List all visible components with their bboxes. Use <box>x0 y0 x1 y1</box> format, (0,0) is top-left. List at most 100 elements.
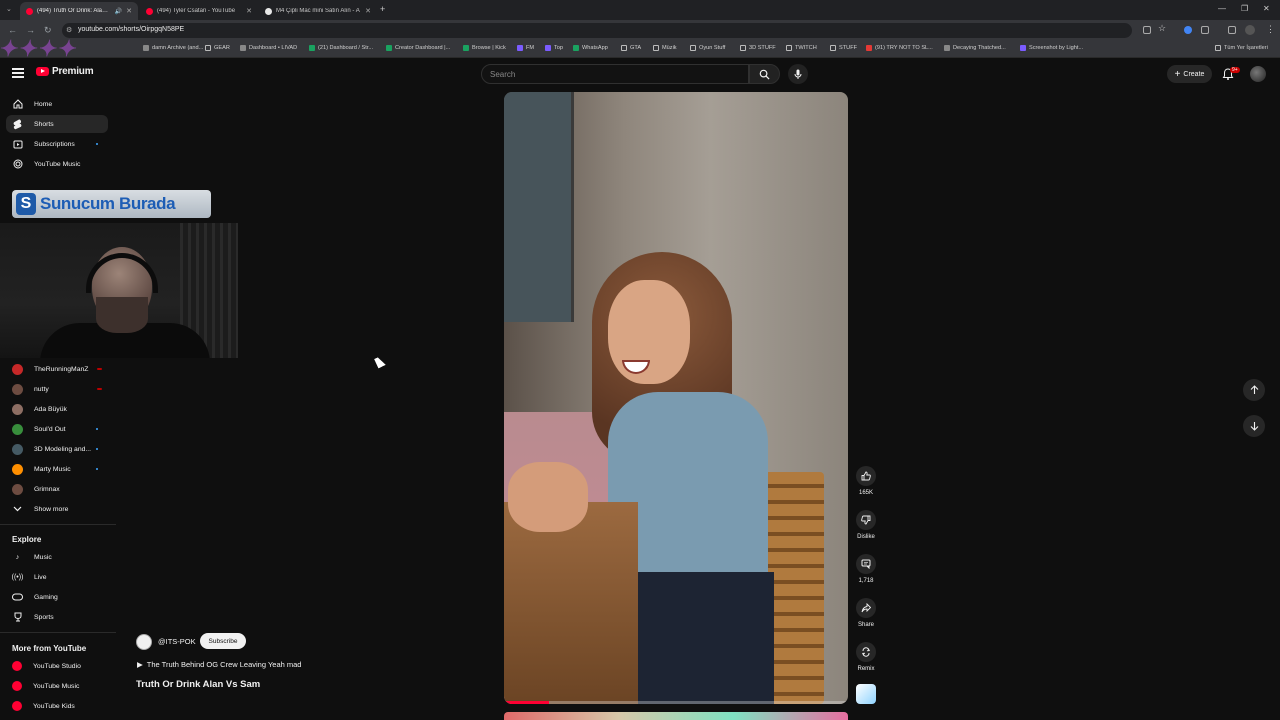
channel-avatar <box>12 403 23 415</box>
sidebar-item-youtube-music-app[interactable]: YouTube Music <box>6 677 108 695</box>
bookmark[interactable]: FM <box>517 45 534 51</box>
sidebar-item-sports[interactable]: Sports <box>6 608 108 626</box>
tab-truth-or-drink[interactable]: (494) Truth Or Drink: Alan V 🔊 ✕ <box>20 2 138 20</box>
bookmark[interactable]: (91) TRY NOT TO SL... <box>866 45 933 51</box>
sidebar-channel[interactable]: Ada Büyük <box>6 400 108 418</box>
search-button[interactable] <box>749 64 780 84</box>
sidebar-item-youtube-studio[interactable]: YouTube Studio <box>6 657 108 675</box>
search-input[interactable]: Search <box>481 64 749 84</box>
like-button[interactable] <box>856 466 876 486</box>
share-icon <box>861 603 871 613</box>
kebab-menu-icon[interactable]: ⋮ <box>1266 24 1275 35</box>
install-icon[interactable] <box>1143 26 1151 34</box>
sidebar-item-live[interactable]: ((•)) Live <box>6 568 108 586</box>
forward-icon[interactable]: → <box>26 25 35 35</box>
channel-name[interactable]: @ITS-POK <box>158 637 196 646</box>
sidebar-item-shorts[interactable]: Shorts <box>6 115 108 133</box>
bookmark-folder[interactable]: GEAR <box>205 45 230 51</box>
youtube-studio-icon <box>12 661 22 671</box>
youtube-play-icon <box>36 67 49 76</box>
address-bar: ← → ↻ ⚙ youtube.com/shorts/OirpgqN58PE ☆… <box>0 20 1280 41</box>
close-icon[interactable]: ✕ <box>126 7 132 15</box>
sidebar-channel[interactable]: nutty <box>6 380 108 398</box>
extensions-puzzle-icon[interactable] <box>1201 26 1209 34</box>
account-avatar[interactable] <box>1250 66 1266 82</box>
hamburger-menu-icon[interactable] <box>12 68 24 78</box>
profile-avatar[interactable] <box>1245 25 1255 35</box>
sidebar-item-home[interactable]: Home <box>6 95 108 113</box>
bookmark-folder[interactable]: 3D STUFF <box>740 45 776 51</box>
bookmark-icon <box>517 45 523 51</box>
all-bookmarks[interactable]: Tüm Yer İşaretleri <box>1215 45 1268 51</box>
sidebar-channel[interactable]: Marty Music <box>6 460 108 478</box>
bookmark[interactable]: Decaying Thatched... <box>944 45 1006 51</box>
tab-mac-mini[interactable]: M4 Çipli Mac mini Satın Alın - A ✕ <box>259 2 377 20</box>
previous-short-button[interactable] <box>1243 379 1265 401</box>
bookmark-folder[interactable]: Müzik <box>653 45 677 51</box>
folder-icon <box>690 45 696 51</box>
subscribe-button[interactable]: Subscribe <box>200 633 246 649</box>
bookmark-folder[interactable]: GTA <box>621 45 641 51</box>
bookmark[interactable]: damn Archive (and... <box>143 45 203 51</box>
video-progress-bar[interactable] <box>504 701 848 704</box>
minimize-icon[interactable]: — <box>1218 4 1226 13</box>
bookmark-label: Top <box>554 45 564 51</box>
sidebar-channel[interactable]: 3D Modeling and... <box>6 440 108 458</box>
channel-label: Marty Music <box>34 465 71 473</box>
bookmark[interactable]: WhatsApp <box>573 45 608 51</box>
site-info-icon[interactable]: ⚙ <box>66 26 72 34</box>
sidebar-channel[interactable]: Soul'd Out <box>6 420 108 438</box>
short-title: Truth Or Drink Alan Vs Sam <box>136 679 261 690</box>
shorts-video-player[interactable] <box>504 92 848 704</box>
close-icon[interactable]: ✕ <box>246 7 252 15</box>
bookmark[interactable]: Creator Dashboard |... <box>386 45 450 51</box>
folder-icon <box>205 45 211 51</box>
bookmark[interactable]: Browse | Kick <box>463 45 506 51</box>
close-icon[interactable]: ✕ <box>365 7 371 15</box>
bookmark-folder[interactable]: STUFF <box>830 45 857 51</box>
sound-track-link[interactable]: ▶ The Truth Behind OG Crew Leaving Yeah … <box>137 660 301 669</box>
bookmark[interactable]: Dashboard • LIVAD <box>240 45 297 51</box>
sidebar-item-subscriptions[interactable]: Subscriptions <box>6 135 108 153</box>
remix-button[interactable] <box>856 642 876 662</box>
sidebar-channel[interactable]: Grimnax <box>6 480 108 498</box>
back-icon[interactable]: ← <box>8 25 17 35</box>
sidebar-item-music[interactable]: ♪ Music <box>6 548 108 566</box>
star-icon[interactable]: ☆ <box>1158 23 1166 34</box>
comments-button[interactable] <box>856 554 876 574</box>
share-button[interactable] <box>856 598 876 618</box>
maximize-icon[interactable]: ❐ <box>1241 4 1248 13</box>
reading-list-icon[interactable] <box>1228 26 1236 34</box>
sidebar-item-label: YouTube Kids <box>33 702 75 710</box>
sidebar-item-gaming[interactable]: Gaming <box>6 588 108 606</box>
url-text: youtube.com/shorts/OirpgqN58PE <box>78 26 185 33</box>
channel-avatar[interactable] <box>136 634 152 650</box>
apple-favicon-icon <box>265 7 272 15</box>
youtube-kids-icon <box>12 701 22 711</box>
next-short-button[interactable] <box>1243 415 1265 437</box>
bookmark-folder[interactable]: TWITCH <box>786 45 817 51</box>
new-tab-icon[interactable]: + <box>380 4 385 14</box>
omnibox[interactable]: ⚙ youtube.com/shorts/OirpgqN58PE <box>62 23 1132 38</box>
create-button[interactable]: + Create <box>1167 65 1212 83</box>
window-close-icon[interactable]: ✕ <box>1263 4 1270 13</box>
next-short-preview[interactable] <box>504 712 848 720</box>
bookmark[interactable]: Screenshot by Light... <box>1020 45 1083 51</box>
bookmark-folder[interactable]: Oyun Stuff <box>690 45 725 51</box>
dislike-button[interactable] <box>856 510 876 530</box>
sidebar-item-youtube-music[interactable]: YouTube Music <box>6 155 108 173</box>
reload-icon[interactable]: ↻ <box>44 25 52 36</box>
sidebar-channel[interactable]: TheRunningManZ <box>6 360 108 378</box>
tab-search-icon[interactable]: ⌄ <box>6 5 12 13</box>
show-more-button[interactable]: Show more <box>6 500 108 518</box>
show-more-label: Show more <box>34 505 69 513</box>
sidebar-item-youtube-kids[interactable]: YouTube Kids <box>6 697 108 715</box>
sound-thumbnail[interactable] <box>856 684 876 704</box>
youtube-premium-logo[interactable]: Premium <box>36 66 94 77</box>
bookmark[interactable]: Top <box>545 45 563 51</box>
voice-search-button[interactable] <box>788 64 808 84</box>
bookmark[interactable]: (21) Dashboard / Str... <box>309 45 373 51</box>
extension-icon[interactable] <box>1184 26 1192 34</box>
speaker-icon[interactable]: 🔊 <box>115 8 122 15</box>
tab-tyler-csatari[interactable]: (494) Tyler Csatari - YouTube ✕ <box>140 2 258 20</box>
